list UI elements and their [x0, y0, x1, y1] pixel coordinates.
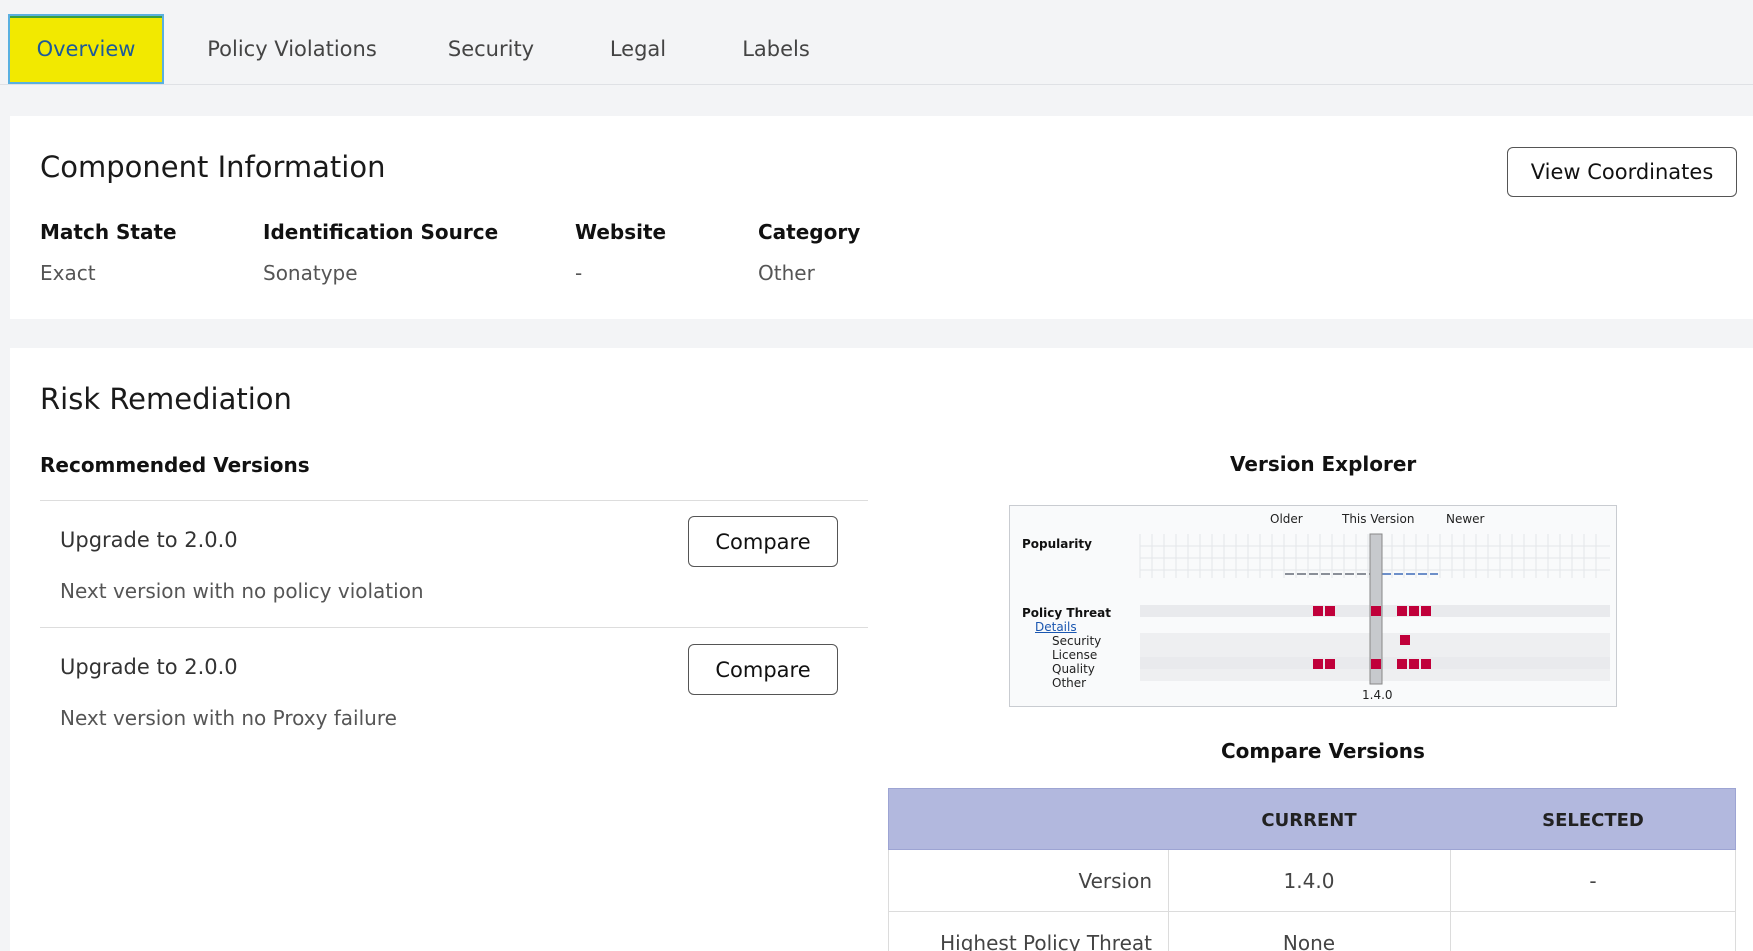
tab-overview[interactable]: Overview: [8, 14, 164, 84]
tab-bar: Overview Policy Violations Security Lega…: [0, 0, 1753, 85]
recommendation-subtitle: Next version with no Proxy failure: [60, 706, 397, 730]
tab-legal[interactable]: Legal: [598, 14, 678, 84]
table-header: CURRENT SELECTED: [888, 788, 1736, 850]
category-value: Other: [758, 261, 815, 285]
version-explorer-widget[interactable]: Older This Version Newer Popularity Poli…: [1009, 505, 1617, 707]
compare-button[interactable]: Compare: [688, 644, 838, 695]
match-state-value: Exact: [40, 261, 96, 285]
current-value: 1.4.0: [1283, 869, 1335, 893]
current-value: None: [1282, 931, 1336, 951]
compare-versions-title: Compare Versions: [1221, 739, 1425, 763]
divider: [40, 627, 868, 628]
category-label: Category: [758, 220, 861, 244]
selected-value: [1450, 912, 1736, 951]
component-information-card: Component Information View Coordinates M…: [10, 116, 1753, 319]
table-row: Highest Policy Threat None: [888, 912, 1736, 951]
tab-labels[interactable]: Labels: [732, 14, 820, 84]
risk-remediation-title: Risk Remediation: [40, 382, 292, 416]
identification-source-value: Sonatype: [263, 261, 358, 285]
component-information-title: Component Information: [40, 150, 386, 184]
divider: [40, 500, 868, 501]
recommendation-title: Upgrade to 2.0.0: [60, 528, 238, 552]
identification-source-label: Identification Source: [263, 220, 499, 244]
row-label: Highest Policy Threat: [940, 931, 1152, 951]
match-state-label: Match State: [40, 220, 177, 244]
version-grid-graphic: [1139, 533, 1610, 685]
compare-button[interactable]: Compare: [688, 516, 838, 567]
version-explorer-title: Version Explorer: [1230, 452, 1417, 476]
row-label: Version: [1078, 869, 1152, 893]
header-selected: SELECTED: [1542, 809, 1644, 831]
recommended-versions-title: Recommended Versions: [40, 453, 310, 477]
current-version-label: 1.4.0: [1362, 688, 1393, 702]
website-label: Website: [575, 220, 667, 244]
recommendation-subtitle: Next version with no policy violation: [60, 579, 424, 603]
website-value: -: [575, 261, 583, 285]
recommendation-title: Upgrade to 2.0.0: [60, 655, 238, 679]
tab-policy-violations[interactable]: Policy Violations: [196, 14, 388, 84]
selected-value: -: [1589, 869, 1597, 893]
table-row: Version 1.4.0 -: [888, 850, 1736, 912]
tab-security[interactable]: Security: [440, 14, 542, 84]
view-coordinates-button[interactable]: View Coordinates: [1507, 147, 1737, 197]
header-current: CURRENT: [1261, 809, 1357, 831]
header-cell: [889, 789, 1168, 851]
